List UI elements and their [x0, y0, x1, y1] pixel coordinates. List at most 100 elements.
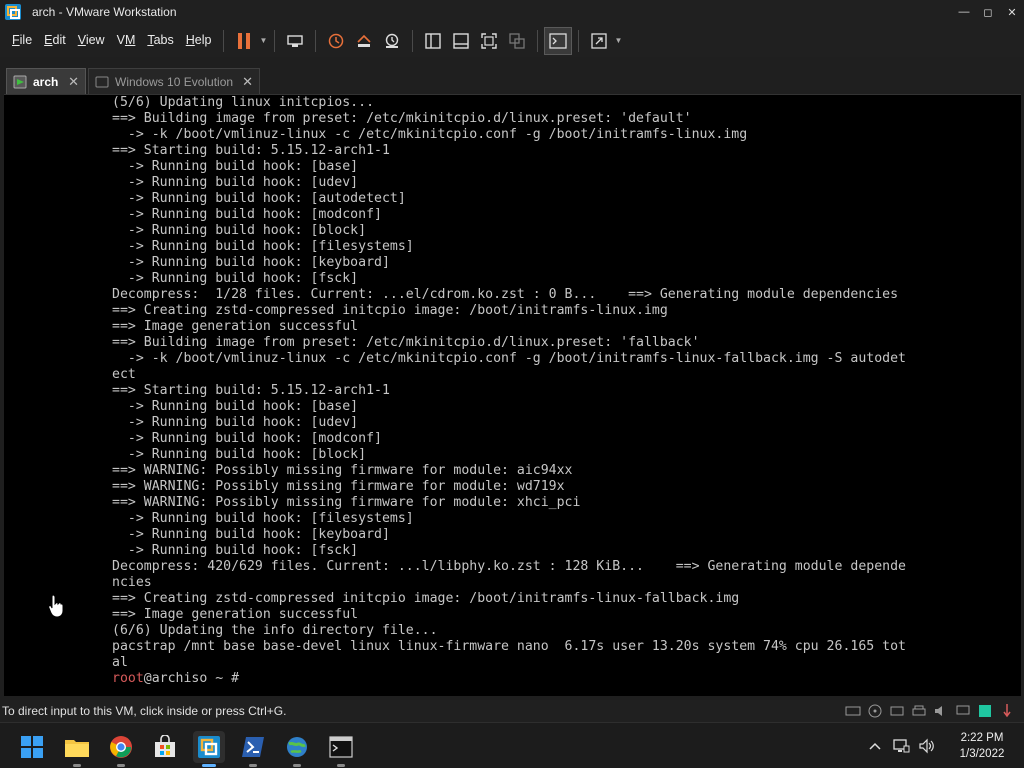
terminal-line: -> Running build hook: [base]	[112, 399, 359, 414]
taskbar-microsoft-store[interactable]	[149, 731, 181, 763]
start-button[interactable]	[16, 731, 48, 763]
terminal-line: ==> Creating zstd-compressed initcpio im…	[112, 303, 668, 318]
close-tab-icon[interactable]: ✕	[242, 74, 253, 90]
powershell-icon	[242, 737, 264, 757]
send-ctrl-alt-del-button[interactable]	[281, 27, 309, 55]
shell-prompt: root@archiso ~ #	[112, 671, 932, 687]
snapshot-manager-button[interactable]	[378, 27, 406, 55]
tab-windows-10-evolution[interactable]: Windows 10 Evolution ✕	[88, 68, 260, 94]
hard-disk-icon[interactable]	[844, 702, 862, 720]
close-button[interactable]: ✕	[1000, 0, 1024, 24]
terminal-output: (5/6) Updating linux initcpios... ==> Bui…	[112, 95, 932, 687]
terminal-line: -> Running build hook: [autodetect]	[112, 191, 406, 206]
prompt-host: @archiso ~ #	[143, 671, 240, 686]
taskbar-powershell[interactable]	[237, 731, 269, 767]
menu-file[interactable]: File	[6, 24, 38, 57]
volume-icon[interactable]	[916, 735, 938, 757]
clock-date: 1/3/2022	[959, 748, 1005, 760]
windows-taskbar: 2:22 PM 1/3/2022	[0, 722, 1024, 768]
terminal-line: ==> Image generation successful	[112, 607, 359, 622]
cd-dvd-icon[interactable]	[866, 702, 884, 720]
hand-cursor-icon	[48, 594, 64, 618]
taskbar-network-app[interactable]	[281, 731, 313, 767]
close-tab-icon[interactable]: ✕	[68, 74, 79, 90]
terminal-line: -> Running build hook: [fsck]	[112, 543, 359, 558]
menu-toolbar: File Edit View VM Tabs Help ▼ ▼	[0, 24, 1024, 57]
printer-icon[interactable]	[910, 702, 928, 720]
terminal-line: -> -k /boot/vmlinuz-linux -c /etc/mkinit…	[112, 127, 748, 142]
vmware-app-icon	[5, 4, 21, 20]
terminal-line: -> Running build hook: [block]	[112, 447, 367, 462]
sound-card-icon[interactable]	[932, 702, 950, 720]
terminal-line: ect	[112, 367, 136, 382]
take-snapshot-button[interactable]	[322, 27, 350, 55]
unity-button[interactable]	[503, 27, 531, 55]
menu-edit[interactable]: Edit	[38, 24, 72, 57]
message-log-icon[interactable]	[976, 702, 994, 720]
pause-icon	[238, 32, 251, 49]
taskbar-vmware-workstation[interactable]	[193, 731, 225, 767]
terminal-line: Decompress: 420/629 files. Current: ...l…	[112, 559, 906, 574]
taskbar-chrome[interactable]	[105, 731, 137, 767]
terminal-line: -> Running build hook: [keyboard]	[112, 255, 390, 270]
vm-console[interactable]: (5/6) Updating linux initcpios... ==> Bui…	[4, 94, 1021, 696]
taskbar-clock[interactable]: 2:22 PM 1/3/2022	[944, 730, 1020, 762]
menu-tabs[interactable]: Tabs	[141, 24, 179, 57]
toolbar-separator	[315, 29, 317, 52]
minimize-button[interactable]: —	[952, 0, 976, 24]
terminal-line: ==> Starting build: 5.15.12-arch1-1	[112, 143, 390, 158]
power-dropdown[interactable]: ▼	[258, 27, 268, 55]
system-tray: 2:22 PM 1/3/2022	[860, 723, 1024, 768]
status-text: To direct input to this VM, click inside…	[2, 704, 287, 718]
stretch-guest-button[interactable]	[585, 27, 613, 55]
show-thumbnail-bar-button[interactable]	[447, 27, 475, 55]
network-status-icon[interactable]	[890, 735, 912, 757]
menu-help[interactable]: Help	[180, 24, 218, 57]
vm-tab-strip: arch ✕ Windows 10 Evolution ✕	[0, 64, 1024, 94]
terminal-line: -> Running build hook: [udev]	[112, 415, 359, 430]
chrome-icon	[110, 736, 132, 758]
device-icons	[844, 702, 1016, 720]
show-hidden-icons-chevron-icon[interactable]	[864, 735, 886, 757]
terminal-line: -> -k /boot/vmlinuz-linux -c /etc/mkinit…	[112, 351, 906, 366]
tab-arch[interactable]: arch ✕	[6, 68, 86, 94]
menu-vm[interactable]: VM	[111, 24, 142, 57]
maximize-button[interactable]: ◻	[976, 0, 1000, 24]
revert-snapshot-button[interactable]	[350, 27, 378, 55]
toolbar-separator	[412, 29, 414, 52]
taskbar-file-explorer[interactable]	[61, 731, 93, 767]
terminal-line: pacstrap /mnt base base-devel linux linu…	[112, 639, 906, 654]
display-icon[interactable]	[954, 702, 972, 720]
taskbar-terminal[interactable]	[325, 731, 357, 767]
stretch-icon	[591, 32, 608, 49]
terminal-line: ==> WARNING: Possibly missing firmware f…	[112, 495, 581, 510]
thumbnail-bar-icon	[453, 32, 470, 49]
menu-view[interactable]: View	[72, 24, 111, 57]
usb-controller-icon[interactable]	[998, 702, 1016, 720]
status-bar: To direct input to this VM, click inside…	[0, 700, 1024, 722]
console-icon	[549, 32, 568, 49]
suspend-button[interactable]	[230, 27, 258, 55]
terminal-line: -> Running build hook: [filesystems]	[112, 511, 414, 526]
tab-label: arch	[33, 74, 59, 89]
revert-icon	[357, 34, 372, 47]
library-panel-icon	[425, 32, 442, 49]
terminal-line: -> Running build hook: [udev]	[112, 175, 359, 190]
toolbar-separator	[223, 29, 225, 52]
terminal-line: -> Running build hook: [base]	[112, 159, 359, 174]
terminal-line: al	[112, 655, 128, 670]
console-view-button[interactable]	[544, 26, 573, 55]
show-library-button[interactable]	[419, 27, 447, 55]
toolbar-separator	[537, 29, 539, 52]
terminal-line: -> Running build hook: [keyboard]	[112, 527, 390, 542]
keyboard-icon	[287, 34, 304, 47]
terminal-line: (5/6) Updating linux initcpios...	[112, 95, 375, 110]
network-adapter-icon[interactable]	[888, 702, 906, 720]
terminal-line: -> Running build hook: [fsck]	[112, 271, 359, 286]
stretch-dropdown[interactable]: ▼	[613, 27, 623, 55]
full-screen-button[interactable]	[475, 27, 503, 55]
prompt-user: root	[112, 671, 144, 686]
folder-icon	[65, 740, 89, 757]
terminal-line: -> Running build hook: [filesystems]	[112, 239, 414, 254]
toolbar-separator	[578, 29, 580, 52]
